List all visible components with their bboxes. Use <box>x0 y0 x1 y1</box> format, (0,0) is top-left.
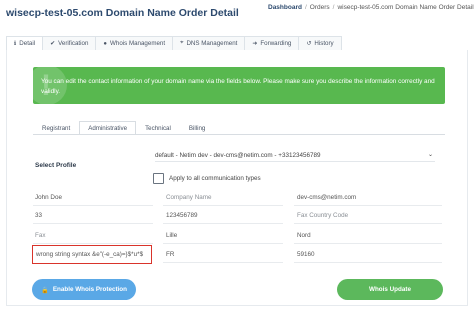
history-icon: ↺ <box>306 41 312 47</box>
tab-history-label: History <box>314 40 334 47</box>
banner-message: You can edit the contact information of … <box>41 78 435 95</box>
field-underline <box>163 243 283 244</box>
fax-field[interactable]: Fax <box>35 232 46 239</box>
check-icon: ✔ <box>50 41 56 47</box>
field-underline <box>294 262 442 263</box>
forward-icon: ➜ <box>252 41 258 47</box>
tab-dns-management[interactable]: ⌖ DNS Management <box>173 36 246 51</box>
email-field[interactable]: dev-cms@netim.com <box>297 194 356 201</box>
tab-dns-management-label: DNS Management <box>186 40 238 47</box>
tab-registrant[interactable]: Registrant <box>33 121 79 135</box>
profile-select-value: default - Netim dev - dev-cms@netim.com … <box>155 152 321 159</box>
field-underline <box>163 205 283 206</box>
field-underline <box>294 223 442 224</box>
tab-forwarding[interactable]: ➜ Forwarding <box>245 36 300 51</box>
country-field[interactable]: FR <box>166 251 174 258</box>
lock-icon: 🔒 <box>40 286 49 294</box>
field-underline <box>33 205 153 206</box>
breadcrumb-current: wisecp-test-05.com Domain Name Order Det… <box>337 4 474 11</box>
tab-detail-label: Detail <box>19 40 36 47</box>
company-name-field[interactable]: Company Name <box>166 194 212 201</box>
whois-update-button[interactable]: Whois Update <box>337 279 443 300</box>
breadcrumb-orders[interactable]: Orders <box>310 4 330 11</box>
name-field[interactable]: John Doe <box>35 194 62 201</box>
tab-administrative[interactable]: Administrative <box>79 121 137 135</box>
tab-detail[interactable]: ℹ Detail <box>6 36 44 51</box>
apply-all-label: Apply to all communication types <box>169 175 261 182</box>
state-field[interactable]: Nord <box>297 232 311 239</box>
apply-all-checkbox[interactable] <box>153 173 164 184</box>
phone-field[interactable]: 123456789 <box>166 212 198 219</box>
fax-country-code-field[interactable]: Fax Country Code <box>297 212 348 219</box>
breadcrumb-dashboard[interactable]: Dashboard <box>268 4 302 11</box>
breadcrumb-separator: / <box>304 4 307 11</box>
tab-forwarding-label: Forwarding <box>260 40 292 47</box>
contact-type-tabs: Registrant Administrative Technical Bill… <box>33 121 214 135</box>
info-icon: ℹ <box>14 41 17 47</box>
tab-verification[interactable]: ✔ Verification <box>43 36 97 51</box>
select-profile-label: Select Profile <box>35 162 77 169</box>
enable-whois-protection-button[interactable]: 🔒 Enable Whois Protection <box>32 279 136 300</box>
field-underline <box>163 223 283 224</box>
breadcrumb-separator: / <box>332 4 335 11</box>
profile-select[interactable]: default - Netim dev - dev-cms@netim.com … <box>155 150 435 162</box>
tab-billing[interactable]: Billing <box>180 121 215 135</box>
info-banner: ! You can edit the contact information o… <box>33 67 445 104</box>
dns-icon: ⌖ <box>180 40 184 46</box>
enable-whois-protection-label: Enable Whois Protection <box>52 286 127 293</box>
order-tabs: ℹ Detail ✔ Verification ● Whois Manageme… <box>6 36 342 51</box>
breadcrumb: Dashboard / Orders / wisecp-test-05.com Doma… <box>268 4 474 11</box>
zip-code-field[interactable]: 59160 <box>297 251 315 258</box>
field-underline <box>294 205 442 206</box>
field-underline <box>33 223 153 224</box>
field-underline <box>294 243 442 244</box>
contact-tabs-divider <box>33 134 445 135</box>
address-field[interactable]: wrong string syntax &e"(-e_ca)=}$*u*$ <box>36 251 143 258</box>
phone-country-code-field[interactable]: 33 <box>35 212 42 219</box>
tab-technical[interactable]: Technical <box>136 121 180 135</box>
chevron-down-icon: ⌄ <box>427 152 433 158</box>
tab-verification-label: Verification <box>58 40 89 47</box>
field-underline <box>33 243 153 244</box>
tab-whois-management-label: Whois Management <box>110 40 166 47</box>
tab-whois-management[interactable]: ● Whois Management <box>96 36 174 51</box>
page-title: wisecp-test-05.com Domain Name Order Det… <box>6 7 239 19</box>
apply-all-option[interactable]: Apply to all communication types <box>153 173 261 184</box>
field-underline <box>163 262 283 263</box>
tab-history[interactable]: ↺ History <box>299 36 342 51</box>
users-icon: ● <box>103 40 108 47</box>
city-field[interactable]: Lille <box>166 232 177 239</box>
